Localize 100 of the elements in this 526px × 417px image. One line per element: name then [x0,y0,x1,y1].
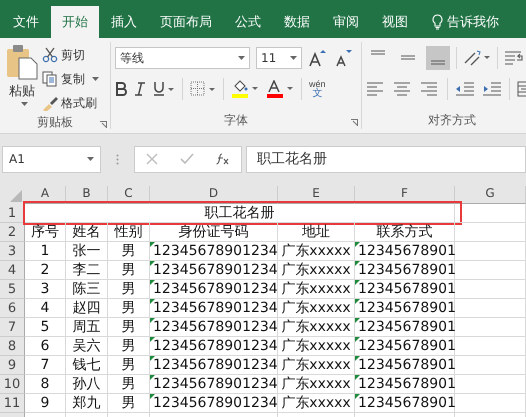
table-cell: 男 [108,318,150,337]
row-header[interactable]: 7 [0,318,25,337]
underline-icon[interactable] [153,81,175,97]
caret-icon [20,102,28,106]
wrap-text-icon[interactable] [504,50,524,66]
font-size-field[interactable]: 11 [256,47,302,69]
table-cell: 男 [108,375,150,394]
name-box[interactable]: A1 [2,146,101,172]
increase-indent-icon[interactable] [482,82,502,96]
table-cell: 12345678901234 [150,280,278,299]
ribbon-tab[interactable]: 插入 [100,6,148,38]
font-name-field[interactable]: 等线 [115,47,250,69]
header-cell: 地址 [278,223,355,242]
empty-cell [455,280,526,299]
empty-cell [455,375,526,394]
table-cell: 12345678901234 [150,394,278,413]
fill-color-icon[interactable] [231,80,259,98]
empty-cell [455,318,526,337]
title-cell: 职工花名册 [25,204,455,223]
empty-cell [455,223,526,242]
table-cell: 广东xxxxx [278,356,355,375]
align-right-icon[interactable] [420,82,440,96]
table-cell: 12345678901234 [150,356,278,375]
ribbon-tab[interactable]: 数据 [273,6,321,38]
table-cell: 广东xxxxx [278,261,355,280]
decrease-indent-icon[interactable] [455,82,475,96]
table-cell: 3 [25,280,66,299]
table-cell: 李二 [66,261,108,280]
tell-me-field[interactable]: 告诉我你 [447,13,499,31]
table-cell: 12345678901234 [150,318,278,337]
table-cell: 郑九 [66,394,108,413]
phonetic-guide-button[interactable]: wén 文 [309,80,326,98]
row-header[interactable]: 4 [0,261,25,280]
table-cell: 12345678901 [355,375,455,394]
table-cell: 张一 [66,242,108,261]
column-header[interactable]: G [455,186,526,204]
insert-function-icon[interactable] [216,153,230,165]
decrease-font-size-icon[interactable] [334,49,354,67]
copy-button[interactable]: 复制 [40,68,101,90]
align-center-icon[interactable] [393,82,413,96]
group-label: 字体 [224,112,248,128]
table-cell: 钱七 [66,356,108,375]
table-cell: 男 [108,394,150,413]
empty-cell [455,261,526,280]
ribbon-tab[interactable]: 公式 [224,6,272,38]
font-color-icon[interactable] [266,80,294,98]
ribbon-tab[interactable]: 文件 [2,6,50,38]
table-cell: 陈三 [66,280,108,299]
row-header[interactable]: 11 [0,394,25,413]
format-painter-button[interactable]: 格式刷 [40,92,101,114]
ribbon-tab[interactable]: 视图 [371,6,419,38]
ribbon-tab[interactable]: 开始 [51,6,99,38]
text-orientation-icon[interactable] [463,49,491,67]
table-cell: 7 [25,356,66,375]
table-cell: 12345678901 [355,261,455,280]
ribbon-tab[interactable]: 页面布局 [149,6,223,38]
header-cell: 性别 [108,223,150,242]
row-header[interactable]: 9 [0,356,25,375]
table-cell: 12345678901 [355,280,455,299]
caret-icon [238,56,245,60]
row-header[interactable]: 2 [0,223,25,242]
table-cell: 12345678901 [355,299,455,318]
header-cell: 姓名 [66,223,108,242]
dialog-launcher-icon[interactable] [100,121,107,128]
table-cell: 12345678901 [355,356,455,375]
table-cell: 12345678901234 [150,261,278,280]
formula-field[interactable]: 职工花名册 [246,146,526,172]
vertical-align-icon[interactable] [426,46,450,70]
row-header[interactable]: 1 [0,204,25,223]
table-cell: 广东xxxxx [278,375,355,394]
table-cell: 12345678901 [355,318,455,337]
row-header[interactable]: 8 [0,337,25,356]
table-cell: 9 [25,394,66,413]
cut-button[interactable]: 剪切 [40,44,101,66]
align-left-icon[interactable] [366,82,386,96]
table-cell: 12345678901234 [150,337,278,356]
table-cell: 广东xxxxx [278,299,355,318]
increase-font-size-icon[interactable] [308,49,328,67]
bold-icon[interactable] [115,82,127,96]
table-cell: 男 [108,261,150,280]
empty-cell [455,299,526,318]
row-header[interactable]: 6 [0,299,25,318]
borders-icon[interactable] [190,81,216,97]
group-label: 剪贴板 [37,114,73,131]
table-cell: 12345678901 [355,394,455,413]
lightbulb-icon [432,14,443,30]
group-label: 对齐方式 [428,112,476,128]
paste-button[interactable]: 粘贴 [4,42,40,114]
caret-icon [92,77,99,81]
row-header[interactable]: 10 [0,375,25,394]
table-cell: 6 [25,337,66,356]
row-header[interactable]: 5 [0,280,25,299]
row-header[interactable]: 3 [0,242,25,261]
header-cell: 序号 [25,223,66,242]
table-cell: 广东xxxxx [278,394,355,413]
table-cell: 男 [108,242,150,261]
check-icon[interactable] [180,153,194,165]
dialog-launcher-icon[interactable] [351,119,358,126]
ribbon-tab[interactable]: 审阅 [322,6,370,38]
italic-icon[interactable] [134,82,146,96]
